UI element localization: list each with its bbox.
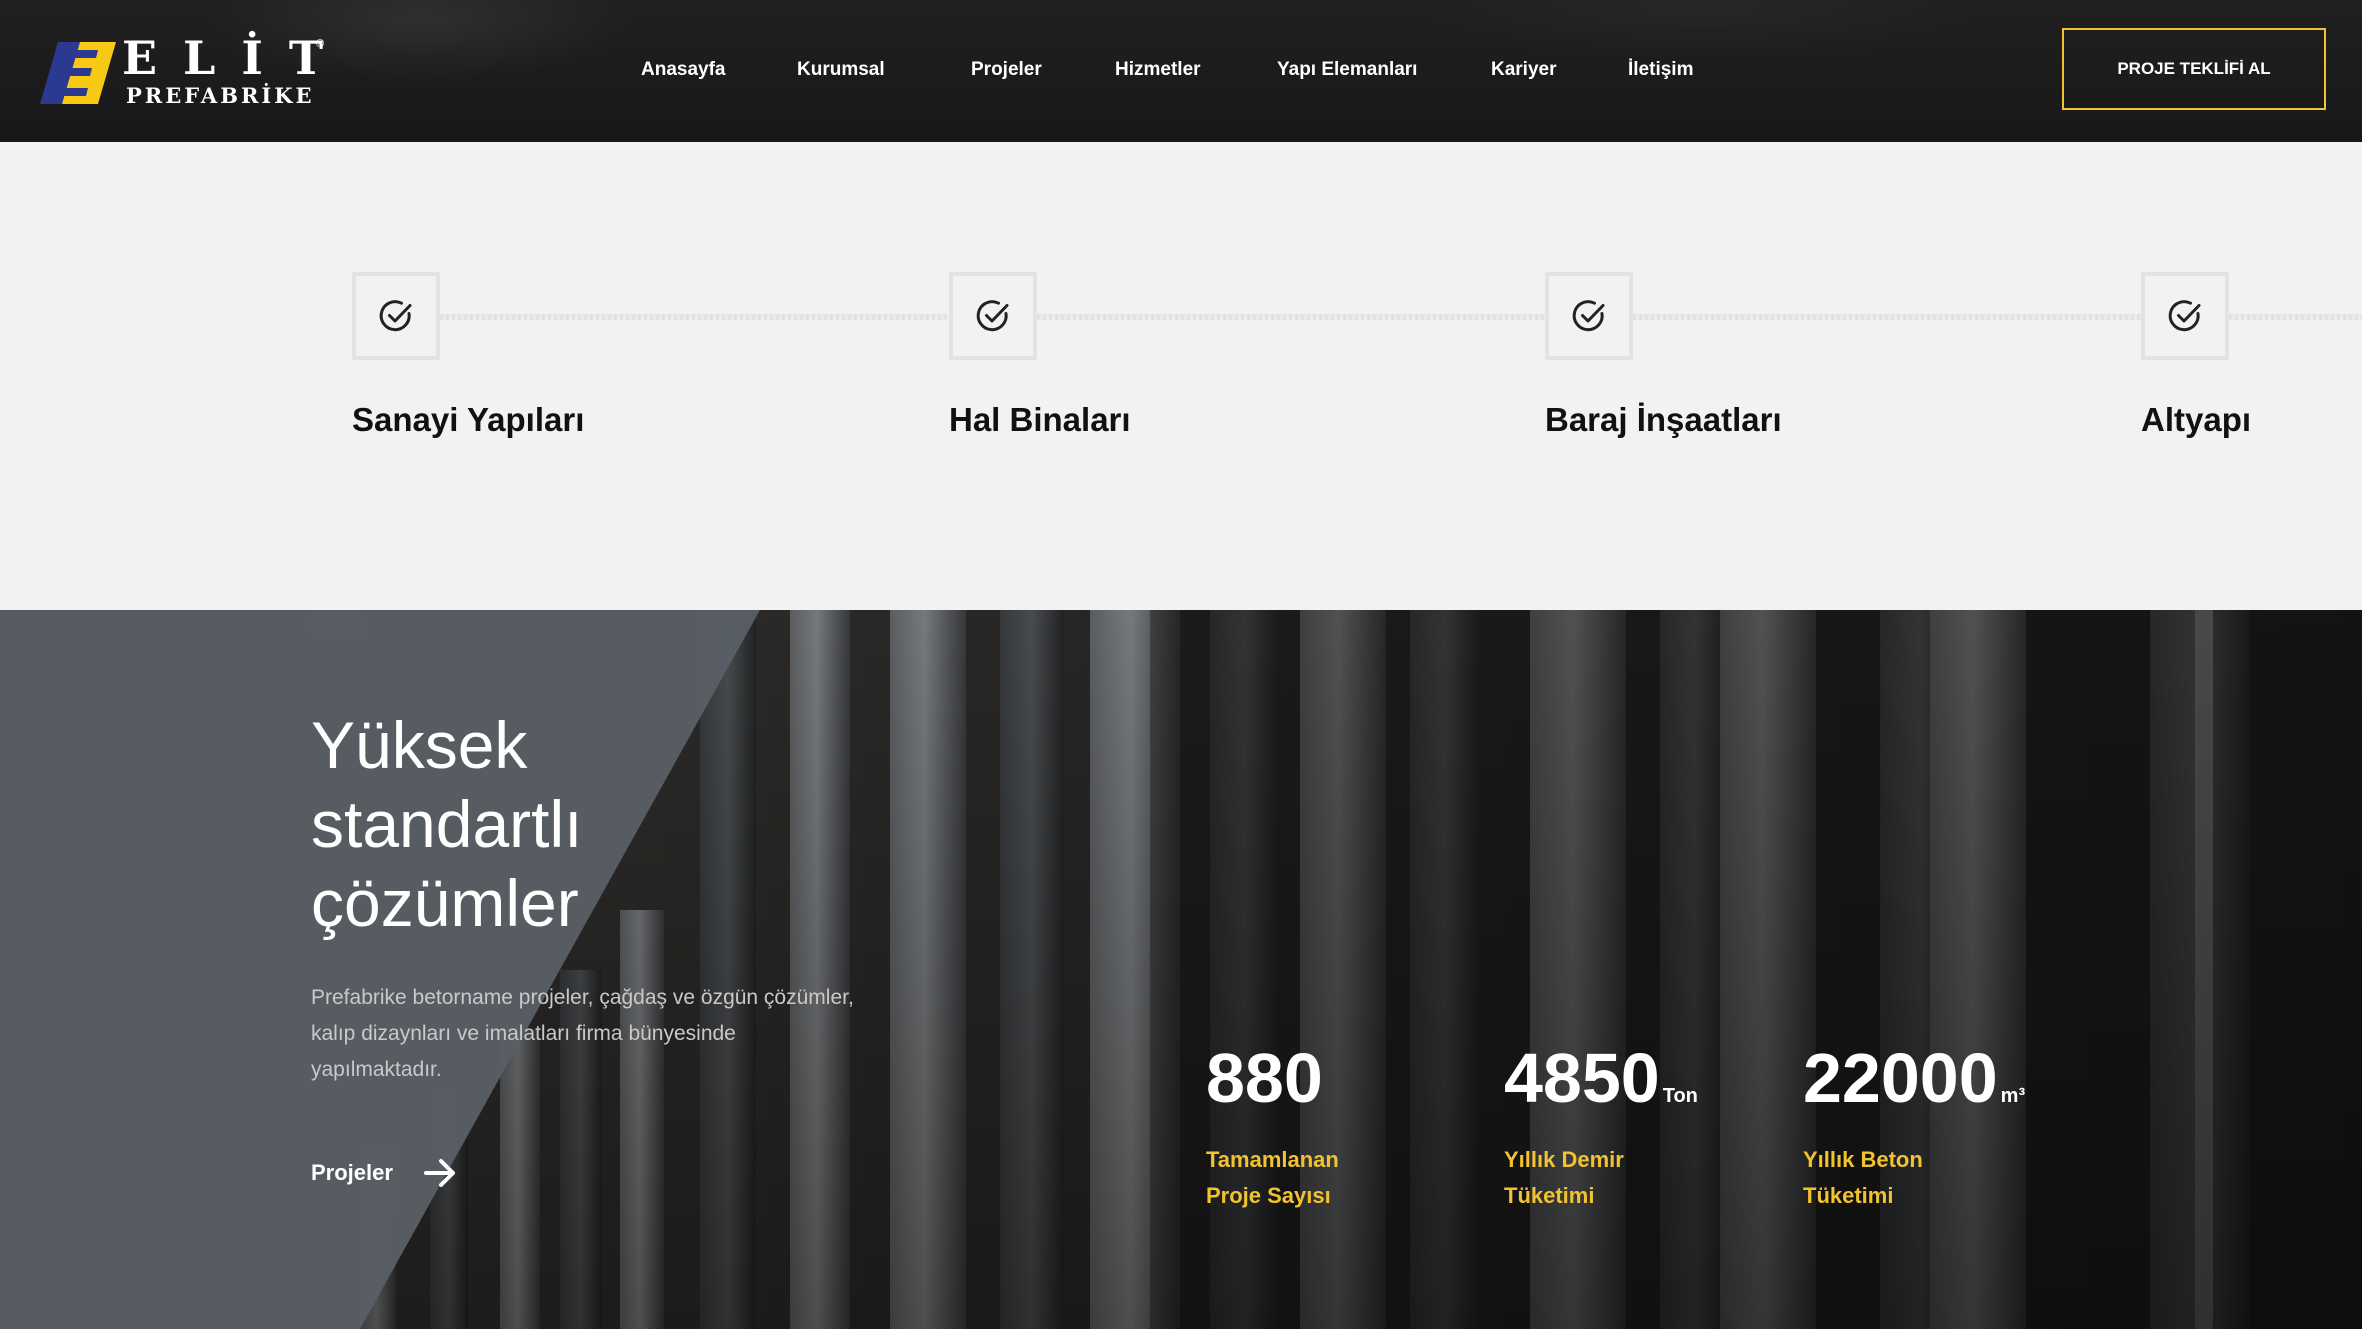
feature-title: Baraj İnşaatları — [1545, 401, 1782, 438]
stat-value-row: 22000 m³ — [1803, 1038, 2025, 1136]
feature-divider-line — [440, 314, 948, 320]
check-circle-icon — [1572, 300, 1605, 332]
hero-title: Yüksek standartlı çözümler — [311, 706, 871, 943]
stat-value: 22000 — [1803, 1039, 1998, 1117]
nav-item-kariyer[interactable]: Kariyer — [1491, 57, 1557, 83]
arrow-right-icon — [423, 1159, 455, 1187]
feature-divider-line — [1037, 314, 1545, 320]
stat-value-row: 4850 Ton — [1504, 1038, 1698, 1136]
stat-concrete-consumption: 22000 m³ Yıllık Beton Tüketimi — [1803, 1038, 2025, 1214]
feature-icon-box — [352, 272, 440, 360]
feature-divider-line — [2229, 314, 2362, 320]
stat-label: Yıllık Demir Tüketimi — [1504, 1142, 1698, 1214]
site-header: ELİT ® PREFABRİKE Anasayfa Kurumsal Proj… — [0, 0, 2362, 142]
feature-title: Altyapı — [2141, 401, 2252, 438]
stat-completed-projects: 880 Tamamlanan Proje Sayısı — [1206, 1038, 1339, 1214]
hero-title-line: standartlı — [311, 787, 583, 861]
nav-item-yapi-elemanlari[interactable]: Yapı Elemanları — [1277, 57, 1417, 83]
stat-label-line: Tüketimi — [1504, 1183, 1595, 1208]
feature-icon-box — [2141, 272, 2229, 360]
hero-title-line: Yüksek — [311, 708, 528, 782]
stat-label-line: Yıllık Demir — [1504, 1147, 1624, 1172]
projects-link[interactable]: Projeler — [311, 1158, 457, 1188]
stat-unit: Ton — [1662, 1085, 1698, 1107]
stat-value: 4850 — [1504, 1039, 1660, 1117]
stat-label: Tamamlanan Proje Sayısı — [1206, 1142, 1339, 1214]
features-section: Sanayi Yapıları Hal Binaları Baraj İnşaa… — [0, 142, 2362, 610]
stat-label-line: Proje Sayısı — [1206, 1183, 1331, 1208]
nav-item-iletisim[interactable]: İletişim — [1628, 57, 1693, 83]
feature-title: Sanayi Yapıları — [352, 401, 585, 438]
hero-title-line: çözümler — [311, 866, 579, 940]
main-nav: Anasayfa Kurumsal Projeler Hizmetler Yap… — [0, 0, 1800, 142]
stat-value: 880 — [1206, 1039, 1323, 1117]
check-circle-icon — [976, 300, 1009, 332]
feature-icon-box — [949, 272, 1037, 360]
hero-stats-section: Yüksek standartlı çözümler Prefabrike be… — [0, 610, 2362, 1329]
nav-item-kurumsal[interactable]: Kurumsal — [797, 57, 885, 83]
stat-iron-consumption: 4850 Ton Yıllık Demir Tüketimi — [1504, 1038, 1698, 1214]
projects-link-label: Projeler — [311, 1160, 393, 1185]
stat-value-row: 880 — [1206, 1038, 1339, 1136]
check-circle-icon — [2168, 300, 2201, 332]
feature-title: Hal Binaları — [949, 401, 1131, 438]
stat-label-line: Tüketimi — [1803, 1183, 1894, 1208]
stat-unit: m³ — [2000, 1085, 2026, 1107]
stat-label-line: Yıllık Beton — [1803, 1147, 1923, 1172]
check-circle-icon — [379, 300, 412, 332]
feature-icon-box — [1545, 272, 1633, 360]
project-quote-button[interactable]: PROJE TEKLİFİ AL — [2062, 28, 2326, 110]
feature-divider-line — [1633, 314, 2141, 320]
nav-item-hizmetler[interactable]: Hizmetler — [1115, 57, 1201, 83]
stat-label-line: Tamamlanan — [1206, 1147, 1339, 1172]
hero-description: Prefabrike betorname projeler, çağdaş ve… — [311, 986, 854, 1081]
stat-label: Yıllık Beton Tüketimi — [1803, 1142, 2025, 1214]
nav-item-anasayfa[interactable]: Anasayfa — [641, 57, 726, 83]
nav-item-projeler[interactable]: Projeler — [971, 57, 1042, 83]
